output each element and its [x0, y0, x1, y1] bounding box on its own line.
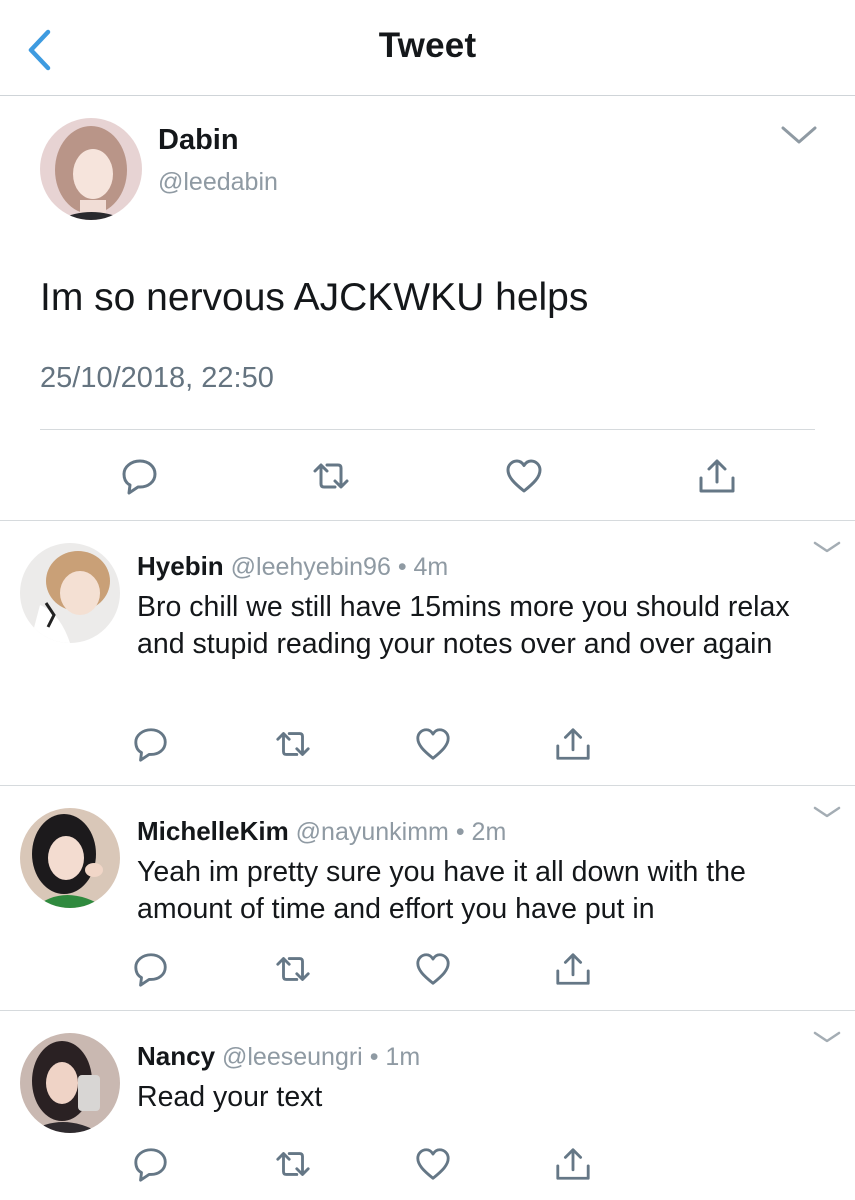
heart-icon [506, 459, 542, 493]
top-bar: Tweet [0, 0, 855, 96]
chevron-down-icon [813, 806, 841, 818]
separator-dot: • [397, 553, 407, 581]
avatar[interactable] [20, 808, 120, 908]
retweet-button[interactable] [274, 950, 312, 988]
retweet-icon [276, 1152, 310, 1176]
heart-icon [416, 1148, 450, 1180]
heart-icon [416, 953, 450, 985]
reply-button[interactable] [132, 950, 170, 988]
share-icon [556, 953, 590, 985]
reply-text: Bro chill we still have 15mins more you … [137, 591, 790, 660]
author-handle[interactable]: @nayunkimm [296, 818, 449, 846]
reply-time: 2m [471, 818, 507, 846]
reply-icon [134, 1148, 167, 1182]
reply-icon [134, 728, 167, 762]
retweet-icon [313, 463, 349, 489]
reply-text: Yeah im pretty sure you have it all down… [137, 856, 746, 925]
like-button[interactable] [504, 456, 544, 496]
separator-dot: • [369, 1043, 379, 1071]
avatar[interactable] [20, 543, 120, 643]
share-button[interactable] [554, 1145, 592, 1183]
retweet-button[interactable] [274, 725, 312, 763]
author-name[interactable]: Hyebin [137, 551, 224, 581]
chevron-down-icon [813, 1031, 841, 1043]
main-tweet: Dabin @leedabin Im so nervous AJCKWKU he… [0, 96, 855, 521]
retweet-button[interactable] [274, 1145, 312, 1183]
author-handle[interactable]: @leehyebin96 [231, 553, 391, 581]
reply-button[interactable] [132, 725, 170, 763]
like-button[interactable] [414, 725, 452, 763]
retweet-button[interactable] [311, 456, 351, 496]
share-icon [556, 728, 590, 760]
share-button[interactable] [554, 725, 592, 763]
reply-tweet[interactable]: Nancy @leeseungri • 1m Read your text [0, 1011, 855, 1200]
reply-tweet[interactable]: MichelleKim @nayunkimm • 2m Yeah im pret… [0, 786, 855, 1010]
author-handle[interactable]: @leeseungri [222, 1043, 363, 1071]
reply-icon [134, 953, 167, 987]
share-button[interactable] [554, 950, 592, 988]
reply-time: 4m [413, 553, 449, 581]
reply-icon [122, 459, 157, 495]
reply-meta: Hyebin @leehyebin96 • 4m [137, 551, 448, 582]
author-name[interactable]: Nancy [137, 1041, 215, 1071]
retweet-icon [276, 957, 310, 981]
author-name[interactable]: MichelleKim [137, 816, 289, 846]
tweet-timestamp: 25/10/2018, 22:50 [40, 362, 274, 394]
chevron-down-icon [813, 541, 841, 553]
page-title: Tweet [378, 26, 477, 65]
reply-meta: MichelleKim @nayunkimm • 2m [137, 816, 506, 847]
chevron-down-icon [781, 126, 817, 144]
tweet-menu-button[interactable] [780, 124, 818, 146]
share-icon [556, 1148, 590, 1180]
like-button[interactable] [414, 1145, 452, 1183]
tweet-text: Im so nervous AJCKWKU helps [40, 276, 589, 319]
reply-button[interactable] [132, 1145, 170, 1183]
reply-time: 1m [385, 1043, 421, 1071]
share-icon [699, 459, 735, 493]
divider [40, 429, 815, 430]
heart-icon [416, 728, 450, 760]
avatar[interactable] [40, 118, 142, 220]
reply-button[interactable] [120, 456, 160, 496]
avatar[interactable] [20, 1033, 120, 1133]
reply-tweet[interactable]: Hyebin @leehyebin96 • 4m Bro chill we st… [0, 521, 855, 785]
author-handle[interactable]: @leedabin [158, 168, 278, 197]
retweet-icon [276, 732, 310, 756]
tweet-menu-button[interactable] [812, 539, 842, 555]
author-name[interactable]: Dabin [158, 124, 239, 157]
tweet-menu-button[interactable] [812, 1029, 842, 1045]
like-button[interactable] [414, 950, 452, 988]
reply-text: Read your text [137, 1081, 323, 1113]
share-button[interactable] [697, 456, 737, 496]
separator-dot: • [455, 818, 465, 846]
reply-meta: Nancy @leeseungri • 1m [137, 1041, 420, 1072]
tweet-menu-button[interactable] [812, 804, 842, 820]
